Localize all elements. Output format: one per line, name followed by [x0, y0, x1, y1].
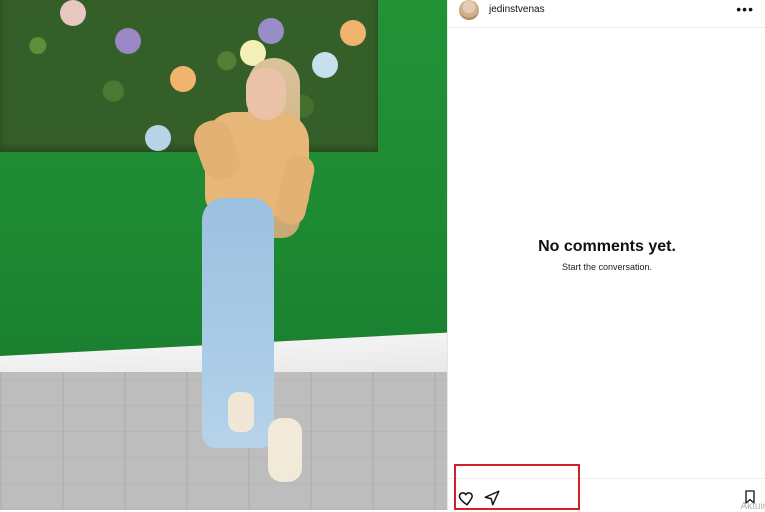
post-photo[interactable]	[0, 0, 447, 510]
username[interactable]: jedinstvenas	[489, 4, 545, 15]
flower	[145, 125, 171, 151]
shoe	[228, 392, 254, 432]
flower	[115, 28, 141, 54]
post-side-panel: jedinstvenas ••• No comments yet. Start …	[447, 0, 765, 512]
no-comments: No comments yet. Start the conversation.	[448, 238, 765, 272]
post-header: jedinstvenas •••	[448, 0, 765, 28]
flower	[60, 0, 86, 26]
face	[246, 68, 286, 120]
more-options-icon[interactable]: •••	[736, 1, 754, 17]
flower	[340, 20, 366, 46]
highlight-box	[454, 464, 580, 510]
flower	[170, 66, 196, 92]
avatar[interactable]	[459, 0, 479, 20]
empty-title: No comments yet.	[538, 238, 676, 255]
shoe	[268, 418, 302, 482]
flower	[258, 18, 284, 44]
flower-panel	[0, 0, 378, 152]
empty-subtitle: Start the conversation.	[561, 262, 653, 272]
overflow-text: Aktuir	[740, 501, 765, 512]
flower	[312, 52, 338, 78]
